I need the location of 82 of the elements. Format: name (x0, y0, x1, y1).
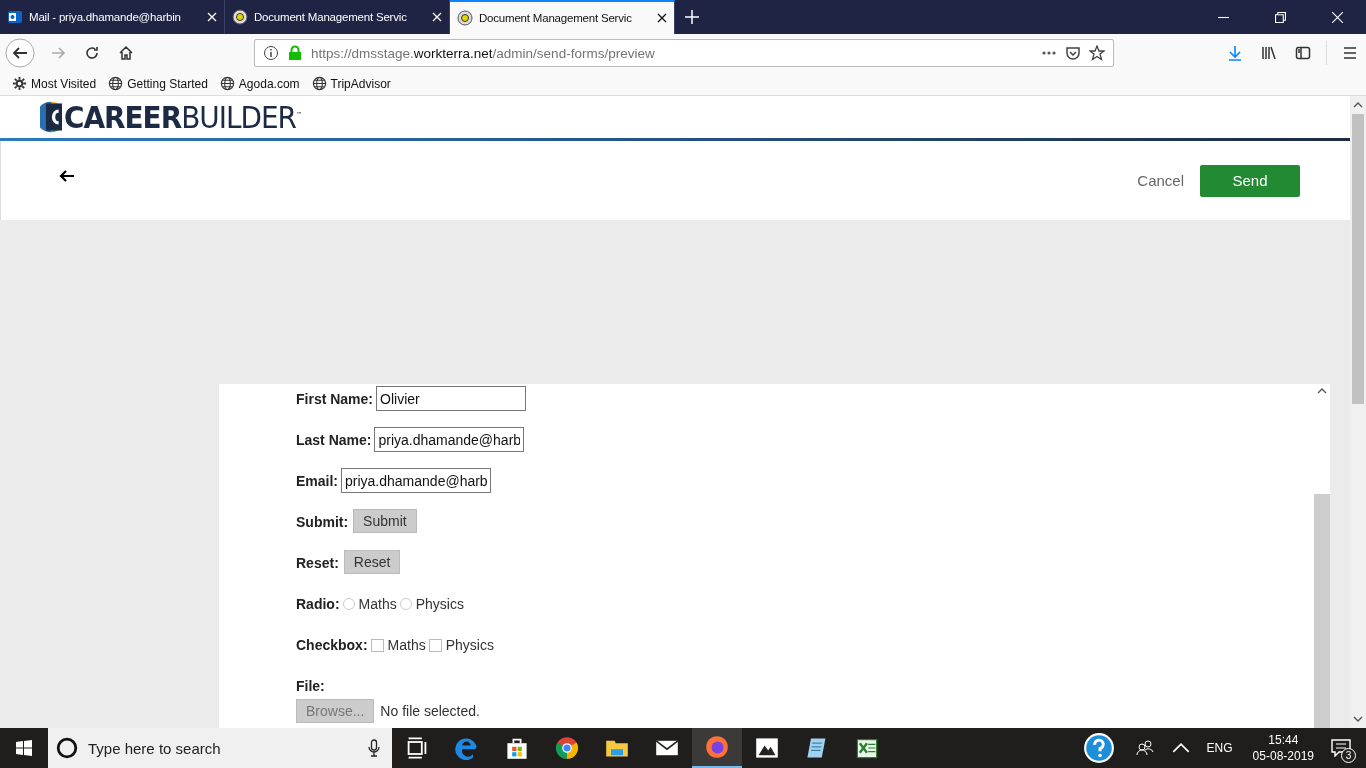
scroll-up-icon[interactable] (1353, 102, 1363, 108)
scroll-up-icon[interactable] (1317, 388, 1327, 394)
back-icon[interactable] (5, 38, 35, 68)
task-view-icon[interactable] (405, 736, 429, 760)
reload-icon[interactable] (84, 45, 100, 61)
language-indicator[interactable]: ENG (1206, 741, 1233, 755)
field-label: Submit: (296, 513, 349, 532)
field-label: Email: (296, 472, 338, 491)
lock-icon (287, 45, 303, 61)
spreadsheet-icon[interactable] (855, 736, 879, 760)
logo-text: CAREERBUILDER$^{™}$ (64, 101, 302, 133)
info-icon[interactable] (263, 45, 279, 61)
menu-icon[interactable] (1342, 45, 1358, 61)
mail-icon (7, 9, 23, 25)
back-arrow-icon[interactable] (59, 169, 75, 182)
globe-icon (311, 76, 327, 91)
windows-start-icon[interactable] (16, 740, 32, 756)
option-label: Physics (445, 636, 494, 654)
checkbox[interactable] (370, 638, 384, 652)
scroll-down-icon[interactable] (1353, 716, 1363, 722)
field-label: Checkbox: (296, 636, 368, 655)
library-icon[interactable] (1261, 45, 1277, 61)
option-label: Maths (387, 636, 426, 654)
address-bar[interactable]: https://dmsstage.workterra.net/admin/send-forms/preview (254, 39, 1114, 67)
bookmark-link[interactable]: Agoda.com (219, 76, 300, 91)
tab-title: Mail - priya.dhamande@harbin (29, 11, 182, 23)
firefox-browser-icon (705, 735, 729, 759)
browser-tab[interactable]: Document Management Servic (450, 0, 675, 34)
search-field[interactable]: Type here to search (48, 728, 392, 768)
people-icon[interactable] (1135, 740, 1154, 756)
search-placeholder: Type here to search (88, 739, 221, 757)
edge-browser-icon[interactable] (455, 736, 479, 760)
option-label: Physics (415, 595, 464, 613)
star-icon[interactable] (1089, 45, 1105, 61)
text-field[interactable]: priya.dhamande@harb (374, 427, 525, 452)
option-label: Maths (358, 595, 397, 613)
cancel-link[interactable]: Cancel (1137, 172, 1184, 189)
field-label: Radio: (296, 595, 340, 614)
globe-icon (108, 76, 124, 91)
tab-title: Document Management Servic (254, 11, 408, 23)
circle-icon (457, 10, 473, 26)
form-button[interactable]: Reset (343, 550, 401, 574)
sidebar-icon[interactable] (1295, 45, 1311, 61)
notification-icon[interactable] (1331, 739, 1351, 757)
home-icon[interactable] (118, 45, 134, 61)
microphone-icon[interactable] (368, 739, 380, 757)
gear-icon (12, 76, 27, 91)
bookmark-link[interactable]: TripAdvisor (311, 76, 391, 91)
url-text: https://dmsstage.workterra.net/admin/send-forms/preview (311, 45, 655, 61)
text-field[interactable]: priya.dhamande@harb (341, 468, 491, 493)
bookmark-link[interactable]: Most Visited (12, 76, 97, 91)
download-icon[interactable] (1227, 45, 1243, 61)
file-status: No file selected. (380, 702, 480, 720)
shopping-bag-icon[interactable] (505, 736, 529, 760)
checkbox[interactable] (428, 638, 442, 652)
photos-icon[interactable] (755, 736, 779, 760)
globe-icon (219, 76, 235, 91)
scrollbar[interactable] (1314, 384, 1330, 728)
scrollbar[interactable] (1350, 96, 1366, 728)
clock-date[interactable]: 05-08-2019 (1252, 748, 1314, 764)
radio-button[interactable] (399, 598, 412, 610)
text-field[interactable]: Olivier (376, 386, 527, 411)
pocket-icon[interactable] (1065, 45, 1081, 61)
firefox-taskbar-button[interactable] (692, 728, 742, 768)
close-icon[interactable] (657, 13, 667, 23)
circle-icon (56, 737, 78, 759)
notification-count: 3 (1341, 748, 1356, 763)
tab-title: Document Management Servic (479, 12, 633, 24)
chrome-browser-icon[interactable] (555, 736, 579, 760)
form-button[interactable]: Submit (353, 509, 417, 533)
send-button[interactable]: Send (1200, 164, 1300, 197)
help-icon[interactable] (1082, 732, 1115, 764)
new-tab-icon[interactable] (685, 10, 699, 24)
field-label: Last Name: (296, 431, 372, 450)
restore-icon[interactable] (1275, 11, 1286, 23)
field-label: First Name: (296, 390, 374, 409)
bookmark-link[interactable]: Getting Started (108, 76, 208, 91)
clock-time[interactable]: 15:44 (1268, 732, 1299, 748)
field-label: Reset: (296, 554, 339, 573)
radio-button[interactable] (342, 598, 355, 610)
circle-icon (232, 9, 248, 25)
field-label: File: (296, 677, 325, 696)
